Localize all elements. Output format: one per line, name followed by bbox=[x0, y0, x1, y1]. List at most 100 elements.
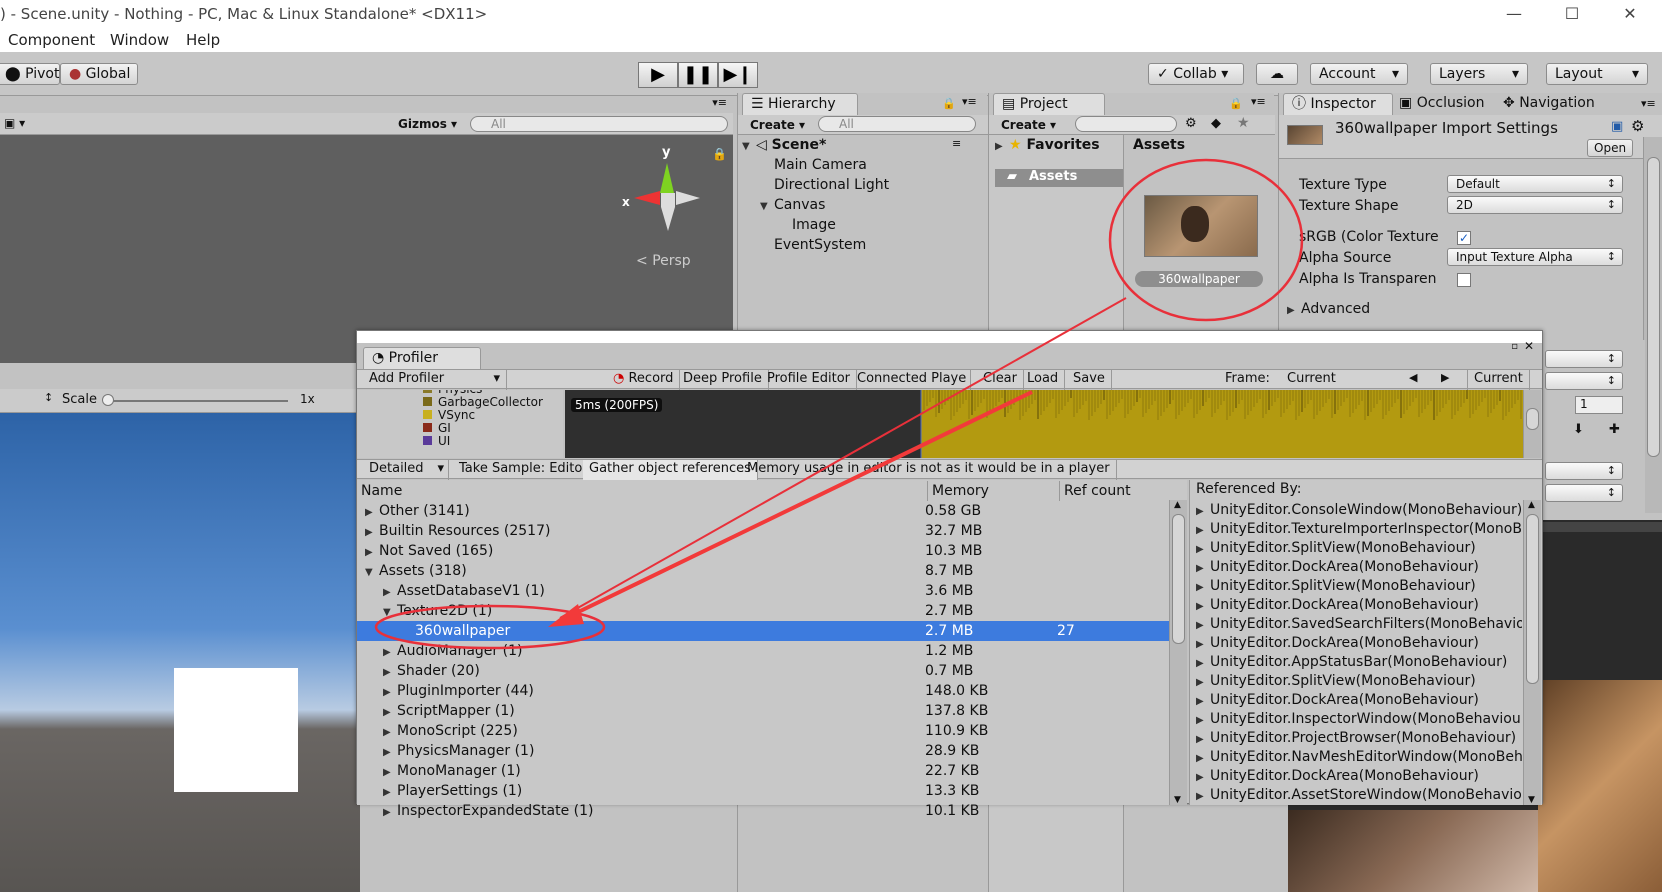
table-row[interactable]: ▶ PluginImporter (44) 148.0 KB bbox=[357, 681, 1169, 701]
list-item[interactable]: ▶ UnityEditor.DockArea(MonoBehaviour) bbox=[1196, 595, 1522, 615]
tab-navigation[interactable]: ✥ Navigation bbox=[1503, 95, 1595, 111]
table-row[interactable]: ▶ Other (3141) 0.58 GB bbox=[357, 501, 1169, 521]
project-create-button[interactable]: Create ▾ bbox=[1001, 118, 1056, 132]
menu-component[interactable]: Component bbox=[8, 31, 95, 49]
list-item[interactable]: ▶ UnityEditor.AssetStoreWindow(MonoBehavi… bbox=[1196, 785, 1522, 805]
resolution-dropdown[interactable]: ↕ bbox=[44, 391, 53, 404]
account-dropdown[interactable]: Account ▾ bbox=[1310, 63, 1408, 85]
game-view[interactable] bbox=[0, 413, 360, 892]
scroll-down-icon[interactable]: ▼ bbox=[1174, 795, 1181, 805]
scene-gizmo[interactable]: y x bbox=[620, 145, 700, 235]
collab-button[interactable]: ✓ Collab ▾ bbox=[1148, 63, 1244, 85]
cloud-button[interactable]: ☁ bbox=[1256, 63, 1298, 85]
table-row[interactable]: ▶ MonoScript (225) 110.9 KB bbox=[357, 721, 1169, 741]
list-item[interactable]: ▶ UnityEditor.SavedSearchFilters(MonoBeha… bbox=[1196, 614, 1522, 634]
scroll-up-icon[interactable]: ▲ bbox=[1174, 500, 1181, 510]
advanced-foldout[interactable]: ▶ Advanced bbox=[1287, 301, 1370, 317]
expand-icon[interactable]: ▶ bbox=[1196, 730, 1210, 748]
table-row[interactable]: ▶ PhysicsManager (1) 28.9 KB bbox=[357, 741, 1169, 761]
references-scrollbar[interactable]: ▲ ▼ bbox=[1523, 500, 1541, 805]
expand-icon[interactable]: ▶ bbox=[1196, 673, 1210, 691]
table-row[interactable]: ▶ AssetDatabaseV1 (1) 3.6 MB bbox=[357, 581, 1169, 601]
menu-help[interactable]: Help bbox=[186, 31, 220, 49]
tab-occlusion[interactable]: ▣ Occlusion bbox=[1399, 95, 1485, 111]
hierarchy-item-directional-light[interactable]: Directional Light bbox=[774, 177, 889, 193]
alpha-source-dropdown[interactable]: Input Texture Alpha bbox=[1447, 248, 1623, 266]
legend-item[interactable]: VSync bbox=[423, 408, 475, 422]
clear-button[interactable]: Clear bbox=[977, 370, 1024, 390]
platform-dropdown-1[interactable] bbox=[1545, 350, 1623, 368]
expand-icon[interactable]: ▼ bbox=[365, 563, 379, 583]
expand-icon[interactable]: ▶ bbox=[995, 141, 1009, 152]
graph-scrollbar-thumb[interactable] bbox=[1526, 408, 1539, 430]
expand-icon[interactable]: ▶ bbox=[383, 663, 397, 683]
tab-hierarchy[interactable]: ☰ Hierarchy bbox=[742, 93, 858, 115]
texture-type-dropdown[interactable]: Default bbox=[1447, 175, 1623, 193]
detailed-dropdown[interactable]: Detailed ▾ bbox=[363, 460, 449, 480]
lock-icon[interactable]: 🔒 bbox=[942, 97, 956, 110]
hierarchy-item-canvas[interactable]: ▼ Canvas bbox=[760, 197, 825, 213]
table-row[interactable]: ▶ MonoManager (1) 22.7 KB bbox=[357, 761, 1169, 781]
pivot-button[interactable]: ⬤ Pivot bbox=[0, 63, 60, 85]
close-button[interactable]: ✕ bbox=[1610, 2, 1650, 26]
table-row[interactable]: 360wallpaper 2.7 MB 27 bbox=[357, 621, 1169, 641]
menu-icon[interactable]: ▾≡ bbox=[1641, 97, 1656, 110]
assets-folder-selected[interactable]: ▰ Assets bbox=[995, 169, 1123, 187]
legend-item[interactable]: UI bbox=[423, 434, 450, 448]
menu-icon[interactable]: ▾≡ bbox=[1251, 95, 1266, 108]
table-row[interactable]: ▼ Assets (318) 8.7 MB bbox=[357, 561, 1169, 581]
tag-icon[interactable]: ◆ bbox=[1211, 116, 1221, 131]
expand-icon[interactable]: ▶ bbox=[1196, 711, 1210, 729]
deep-profile-button[interactable]: Deep Profile bbox=[677, 370, 769, 390]
expand-icon[interactable]: ▶ bbox=[383, 803, 397, 823]
table-row[interactable]: ▶ ScriptMapper (1) 137.8 KB bbox=[357, 701, 1169, 721]
project-search-input[interactable] bbox=[1075, 116, 1177, 132]
platform-dropdown-3[interactable] bbox=[1545, 462, 1623, 480]
list-item[interactable]: ▶ UnityEditor.SplitView(MonoBehaviour) bbox=[1196, 671, 1522, 691]
expand-icon[interactable]: ▶ bbox=[1196, 616, 1210, 634]
expand-icon[interactable]: ▶ bbox=[383, 583, 397, 603]
hierarchy-item-eventsystem[interactable]: EventSystem bbox=[774, 237, 866, 253]
gizmos-dropdown[interactable]: Gizmos ▾ bbox=[398, 117, 457, 131]
filter-type-icon[interactable]: ⚙ bbox=[1185, 116, 1197, 131]
list-item[interactable]: ▶ UnityEditor.DockArea(MonoBehaviour) bbox=[1196, 690, 1522, 710]
scene-mode-icon[interactable]: ▣ ▾ bbox=[4, 116, 25, 130]
expand-icon[interactable]: ▶ bbox=[1196, 635, 1210, 653]
expand-icon[interactable]: ▶ bbox=[383, 683, 397, 703]
table-row[interactable]: ▶ Not Saved (165) 10.3 MB bbox=[357, 541, 1169, 561]
profile-editor-button[interactable]: Profile Editor bbox=[761, 370, 858, 390]
lock-icon[interactable]: 🔒 bbox=[712, 147, 727, 161]
hierarchy-item-image[interactable]: Image bbox=[792, 217, 836, 233]
list-item[interactable]: ▶ UnityEditor.SplitView(MonoBehaviour) bbox=[1196, 576, 1522, 596]
save-button[interactable]: Save bbox=[1067, 370, 1112, 390]
expand-icon[interactable]: ▼ bbox=[742, 141, 756, 152]
expand-icon[interactable]: ▶ bbox=[1196, 521, 1210, 539]
load-button[interactable]: Load bbox=[1021, 370, 1066, 390]
expand-icon[interactable]: ▼ bbox=[383, 603, 397, 623]
hierarchy-create-button[interactable]: Create ▾ bbox=[750, 118, 805, 132]
expand-icon[interactable]: ▶ bbox=[1196, 654, 1210, 672]
graph-scrollbar[interactable] bbox=[1523, 390, 1541, 458]
expand-icon[interactable]: ▶ bbox=[1196, 578, 1210, 596]
scroll-up-icon[interactable]: ▲ bbox=[1528, 500, 1535, 510]
expand-icon[interactable]: ▶ bbox=[1196, 787, 1210, 805]
header-name[interactable]: Name bbox=[361, 481, 402, 501]
list-item[interactable]: ▶ UnityEditor.AppStatusBar(MonoBehaviour) bbox=[1196, 652, 1522, 672]
expand-icon[interactable]: ▶ bbox=[383, 743, 397, 763]
table-row[interactable]: ▶ PlayerSettings (1) 13.3 KB bbox=[357, 781, 1169, 801]
asset-thumbnail[interactable] bbox=[1144, 195, 1258, 257]
legend-item[interactable]: GarbageCollector bbox=[423, 395, 543, 409]
record-button[interactable]: ◔ Record bbox=[607, 370, 681, 390]
inspector-scrollbar-thumb[interactable] bbox=[1647, 157, 1660, 457]
expand-icon[interactable]: ▶ bbox=[383, 643, 397, 663]
prev-frame-icon[interactable]: ◀ bbox=[1409, 371, 1417, 384]
table-row[interactable]: ▶ Builtin Resources (2517) 32.7 MB bbox=[357, 521, 1169, 541]
expand-icon[interactable]: ▶ bbox=[1196, 597, 1210, 615]
scale-slider-handle[interactable] bbox=[102, 394, 114, 406]
asset-label[interactable]: 360wallpaper bbox=[1135, 271, 1263, 287]
expand-icon[interactable]: ▼ bbox=[760, 201, 774, 212]
layers-dropdown[interactable]: Layers ▾ bbox=[1430, 63, 1528, 85]
play-button[interactable]: ▶ bbox=[638, 62, 678, 88]
hierarchy-search-input[interactable]: All bbox=[818, 116, 976, 132]
table-row[interactable]: ▶ Shader (20) 0.7 MB bbox=[357, 661, 1169, 681]
